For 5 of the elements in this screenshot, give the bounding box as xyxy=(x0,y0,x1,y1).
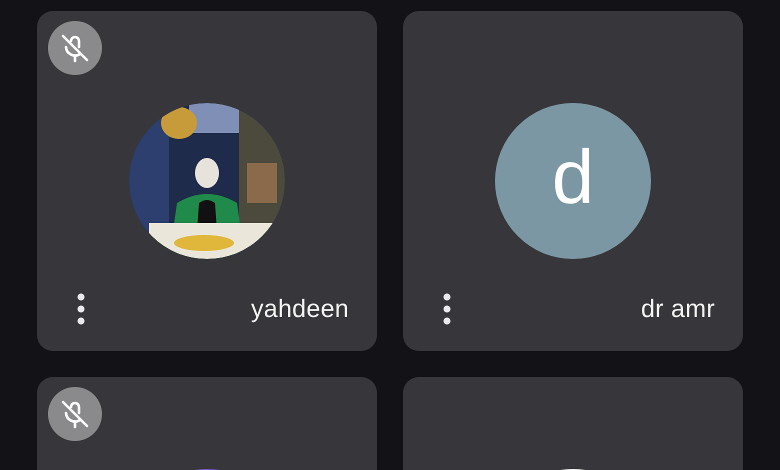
more-options-icon[interactable] xyxy=(442,293,452,325)
participant-name: yahdeen xyxy=(250,294,349,324)
more-options-icon[interactable] xyxy=(76,293,86,325)
participant-name: dr amr xyxy=(640,294,715,324)
avatar-letter: d xyxy=(495,103,651,259)
